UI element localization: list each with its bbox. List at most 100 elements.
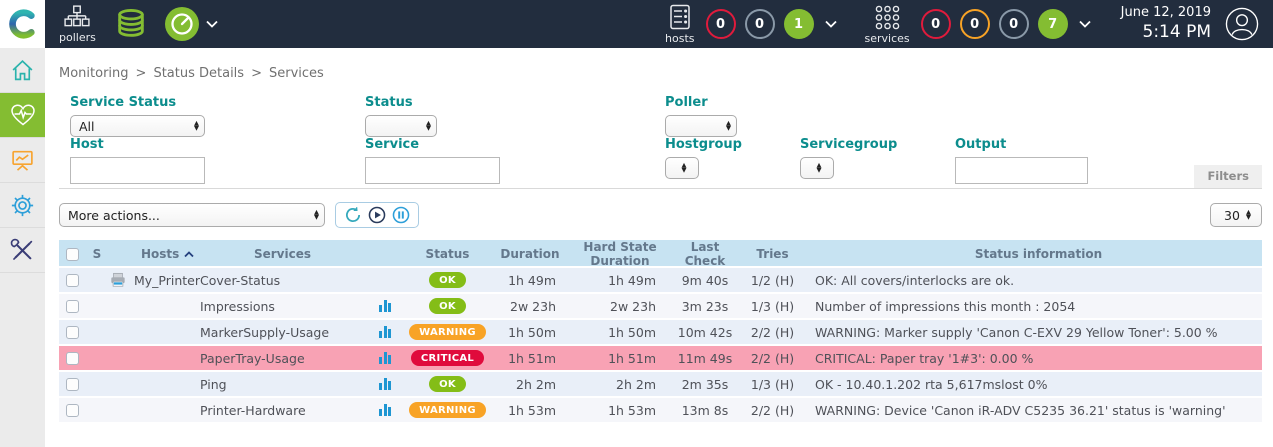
column-header-hosts[interactable]: Hosts	[109, 247, 200, 261]
database-icon[interactable]	[114, 7, 148, 41]
graph-icon[interactable]	[379, 404, 391, 416]
column-header-last-check[interactable]: Last Check	[670, 240, 740, 268]
current-time: 5:14 PM	[1121, 22, 1211, 43]
refresh-controls	[335, 202, 419, 228]
column-header-s[interactable]: S	[85, 247, 109, 261]
refresh-icon[interactable]	[344, 206, 362, 224]
main-content: Monitoring>Status Details>Services Servi…	[45, 48, 1273, 447]
centreon-logo-icon	[8, 9, 38, 39]
services-critical-counter[interactable]: 0	[921, 9, 951, 39]
column-header-status-information[interactable]: Status information	[805, 247, 1262, 261]
host-name[interactable]: My_Printer	[134, 273, 200, 288]
breadcrumb-services[interactable]: Services	[269, 66, 324, 81]
service-name[interactable]: Cover-Status	[200, 273, 280, 288]
status-information-cell: OK - 10.40.1.202 rta 5,617mslost 0%	[805, 377, 1262, 392]
row-checkbox[interactable]	[66, 352, 79, 365]
status-badge: OK	[429, 272, 466, 288]
servicegroup-select[interactable]: ▲▼	[800, 157, 834, 179]
gear-icon	[10, 193, 35, 218]
select-arrows-icon: ▲▼	[817, 163, 822, 173]
select-arrows-icon: ▲▼	[194, 121, 199, 131]
heart-pulse-icon	[10, 103, 36, 127]
poller-chevron-down-icon[interactable]	[206, 20, 218, 28]
row-checkbox[interactable]	[66, 300, 79, 313]
poller-select[interactable]: ▲▼	[665, 115, 737, 137]
tries-cell: 2/2 (H)	[740, 403, 805, 418]
service-name[interactable]: Impressions	[200, 299, 275, 314]
tries-cell: 1/3 (H)	[740, 377, 805, 392]
column-header-status[interactable]: Status	[405, 247, 490, 261]
hosts-menu[interactable]: hosts	[665, 4, 694, 45]
hosts-down-counter[interactable]: 0	[706, 9, 736, 39]
hosts-chevron-down-icon[interactable]	[825, 20, 837, 28]
page-size-select[interactable]: 30 ▲▼	[1210, 203, 1262, 227]
select-arrows-icon: ▲▼	[1246, 210, 1251, 220]
graph-icon[interactable]	[379, 378, 391, 390]
status-label: Status	[365, 95, 437, 110]
graph-icon[interactable]	[379, 300, 391, 312]
sidebar-item-configuration[interactable]	[0, 183, 45, 228]
status-badge: WARNING	[409, 324, 486, 340]
sidebar-item-administration[interactable]	[0, 228, 45, 273]
graph-icon[interactable]	[379, 326, 391, 338]
service-input[interactable]	[365, 157, 500, 184]
services-unknown-counter[interactable]: 0	[999, 9, 1029, 39]
service-status-select[interactable]: All ▲▼	[70, 115, 205, 137]
servicegroup-label: Servicegroup	[800, 137, 897, 152]
row-checkbox[interactable]	[66, 404, 79, 417]
breadcrumb-status-details[interactable]: Status Details	[153, 66, 244, 81]
pause-icon[interactable]	[392, 206, 410, 224]
sidebar-item-reporting[interactable]	[0, 138, 45, 183]
user-avatar-icon[interactable]	[1225, 7, 1259, 41]
service-name[interactable]: MarkerSupply-Usage	[200, 325, 329, 340]
hard-state-duration-cell: 1h 51m	[570, 351, 670, 366]
pollers-menu[interactable]: pollers	[59, 5, 96, 44]
row-checkbox[interactable]	[66, 326, 79, 339]
service-name[interactable]: Ping	[200, 377, 227, 392]
services-menu[interactable]: services	[865, 4, 910, 45]
select-all-checkbox[interactable]	[66, 248, 79, 261]
hosts-up-counter[interactable]: 1	[784, 9, 814, 39]
column-header-services[interactable]: Services	[200, 247, 365, 261]
tries-cell: 1/3 (H)	[740, 299, 805, 314]
service-name[interactable]: Printer-Hardware	[200, 403, 306, 418]
hostgroup-select[interactable]: ▲▼	[665, 157, 699, 179]
services-ok-counter[interactable]: 7	[1038, 9, 1068, 39]
play-icon[interactable]	[368, 206, 386, 224]
tools-icon	[10, 238, 35, 263]
sidebar-item-home[interactable]	[0, 48, 45, 93]
service-name[interactable]: PaperTray-Usage	[200, 351, 305, 366]
status-information-cell: Number of impressions this month : 2054	[805, 299, 1262, 314]
column-header-duration[interactable]: Duration	[490, 247, 570, 261]
hosts-unreachable-counter[interactable]: 0	[745, 9, 775, 39]
breadcrumb-monitoring[interactable]: Monitoring	[59, 66, 129, 81]
column-header-tries[interactable]: Tries	[740, 247, 805, 261]
current-date: June 12, 2019	[1121, 5, 1211, 21]
host-input[interactable]	[70, 157, 205, 184]
service-label: Service	[365, 137, 500, 152]
duration-cell: 1h 51m	[490, 351, 570, 366]
host-cell: My_Printer	[109, 272, 200, 288]
services-warning-counter[interactable]: 0	[960, 9, 990, 39]
last-check-cell: 11m 49s	[670, 351, 740, 366]
clock: June 12, 2019 5:14 PM	[1121, 5, 1211, 43]
gauge-status-icon[interactable]	[164, 6, 200, 42]
graph-icon[interactable]	[379, 352, 391, 364]
more-actions-select[interactable]: More actions... ▲▼	[59, 203, 325, 227]
row-checkbox[interactable]	[66, 274, 79, 287]
centreon-logo[interactable]	[0, 0, 45, 48]
presentation-chart-icon	[10, 148, 35, 173]
output-input[interactable]	[955, 157, 1088, 184]
filters-toggle[interactable]: Filters	[1194, 165, 1262, 188]
row-checkbox[interactable]	[66, 378, 79, 391]
services-label: services	[865, 32, 910, 45]
status-select[interactable]: ▲▼	[365, 115, 437, 137]
sidebar-item-monitoring[interactable]	[0, 93, 45, 138]
services-status-group: services 0 0 0 7	[863, 4, 1091, 45]
tries-cell: 2/2 (H)	[740, 351, 805, 366]
hard-state-duration-cell: 1h 50m	[570, 325, 670, 340]
services-chevron-down-icon[interactable]	[1079, 20, 1091, 28]
hard-state-duration-cell: 2h 2m	[570, 377, 670, 392]
table-toolbar: More actions... ▲▼	[59, 202, 1262, 228]
column-header-hard-state-duration[interactable]: Hard State Duration	[570, 240, 670, 268]
